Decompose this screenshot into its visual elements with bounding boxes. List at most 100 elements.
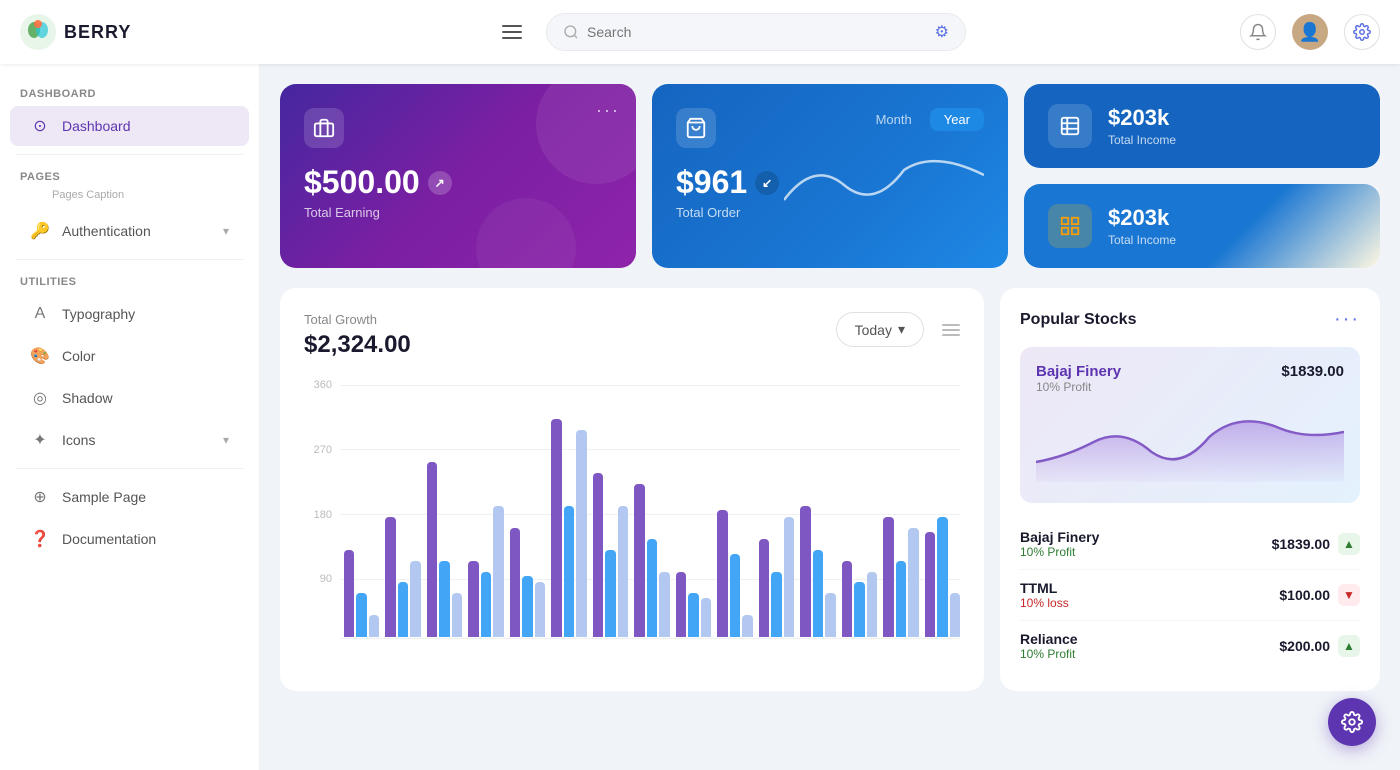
order-card: Month Year $961 ↙ Total Order: [652, 84, 1008, 268]
chevron-today-icon: ▾: [898, 321, 905, 338]
chart-amount: $2,324.00: [304, 331, 411, 359]
sidebar-item-dashboard[interactable]: ⊙ Dashboard: [10, 106, 249, 146]
sidebar-item-icons[interactable]: ✦ Icons ▾: [10, 420, 249, 460]
bar-light: [950, 593, 960, 637]
stat-icon-2: [1048, 204, 1092, 248]
earning-card: ··· $500.00 ↗ Total Earning: [280, 84, 636, 268]
dashboard-icon: ⊙: [30, 116, 50, 136]
bar-purple: [676, 572, 686, 637]
bar-group: [385, 517, 420, 637]
bar-blue: [813, 550, 823, 637]
shadow-icon: ◎: [30, 388, 50, 408]
stock-row-name: Reliance: [1020, 631, 1078, 647]
month-toggle-button[interactable]: Month: [862, 108, 926, 131]
sidebar-item-docs-label: Documentation: [62, 531, 229, 547]
sidebar-item-dashboard-label: Dashboard: [62, 118, 229, 134]
main-layout: Dashboard ⊙ Dashboard Pages Pages Captio…: [0, 64, 1400, 770]
sidebar-divider-3: [16, 468, 243, 469]
bar-purple: [551, 419, 561, 637]
sidebar-item-shadow-label: Shadow: [62, 390, 229, 406]
stat-icon-1: [1048, 104, 1092, 148]
sidebar-pages-caption: Pages Caption: [0, 187, 259, 209]
stocks-title: Popular Stocks: [1020, 311, 1136, 329]
bar-purple: [759, 539, 769, 637]
bar-group: [634, 484, 669, 637]
chart-menu-button[interactable]: [942, 324, 960, 336]
sidebar-item-color[interactable]: 🎨 Color: [10, 336, 249, 376]
stock-row-price: $100.00: [1279, 587, 1330, 603]
sidebar-item-shadow[interactable]: ◎ Shadow: [10, 378, 249, 418]
bar-group: [344, 550, 379, 637]
notification-button[interactable]: [1240, 14, 1276, 50]
menu-toggle-button[interactable]: [494, 14, 530, 50]
stock-mini-chart: [1036, 402, 1344, 482]
earning-amount: $500.00 ↗: [304, 164, 612, 201]
stat-amount-1: $203k: [1108, 105, 1176, 131]
bar-light: [742, 615, 752, 637]
avatar[interactable]: 👤: [1292, 14, 1328, 50]
earning-badge: ↗: [428, 171, 452, 195]
chevron-down-icon: ▾: [223, 224, 229, 238]
right-stats: $203k Total Income $203k Total Income: [1024, 84, 1380, 268]
bar-light: [452, 593, 462, 637]
sidebar-item-authentication[interactable]: 🔑 Authentication ▾: [10, 211, 249, 251]
sidebar-section-utilities: Utilities: [0, 268, 259, 292]
sidebar-section-pages: Pages: [0, 163, 259, 187]
stock-row: Reliance 10% Profit $200.00 ▲: [1020, 621, 1360, 671]
bar-purple: [800, 506, 810, 637]
typography-icon: A: [30, 304, 50, 324]
stock-row-profit: 10% loss: [1020, 596, 1069, 610]
bar-blue: [771, 572, 781, 637]
sidebar-item-sample[interactable]: ⊕ Sample Page: [10, 477, 249, 517]
earning-more-button[interactable]: ···: [596, 100, 620, 121]
bar-group: [427, 462, 462, 637]
stat-label-2: Total Income: [1108, 233, 1176, 247]
bar-light: [410, 561, 420, 637]
icons-icon: ✦: [30, 430, 50, 450]
sidebar-item-docs[interactable]: ❓ Documentation: [10, 519, 249, 559]
wallet-icon: [313, 117, 335, 139]
fab-button[interactable]: [1328, 698, 1376, 746]
chart-title: Total Growth: [304, 312, 411, 327]
bar-group: [925, 517, 960, 637]
bag-icon: [685, 117, 707, 139]
stocks-card: Popular Stocks ··· Bajaj Finery 10% Prof…: [1000, 288, 1380, 691]
order-toggle: Month Year: [862, 108, 984, 131]
sidebar-section-dashboard: Dashboard: [0, 80, 259, 104]
settings-button[interactable]: [1344, 14, 1380, 50]
bar-blue: [605, 550, 615, 637]
order-card-icon: [676, 108, 716, 148]
stat-label-1: Total Income: [1108, 133, 1176, 147]
bar-light: [825, 593, 835, 637]
sidebar-item-typography-label: Typography: [62, 306, 229, 322]
bar-blue: [439, 561, 449, 637]
bar-group: [800, 506, 835, 637]
bar-blue: [688, 593, 698, 637]
bar-group: [717, 510, 752, 637]
order-badge: ↙: [755, 171, 779, 195]
bar-light: [659, 572, 669, 637]
bar-purple: [468, 561, 478, 637]
bar-purple: [717, 510, 727, 637]
stocks-more-button[interactable]: ···: [1334, 308, 1360, 331]
today-filter-button[interactable]: Today ▾: [836, 312, 924, 347]
gear-icon: [1353, 23, 1371, 41]
stock-row-name: TTML: [1020, 580, 1069, 596]
bar-group: [551, 419, 586, 637]
bar-light: [493, 506, 503, 637]
grid-icon: [1059, 215, 1081, 237]
header-right: 👤: [1240, 14, 1380, 50]
bar-blue: [896, 561, 906, 637]
search-input[interactable]: [587, 24, 927, 40]
year-toggle-button[interactable]: Year: [930, 108, 984, 131]
filter-icon[interactable]: ⚙: [935, 22, 949, 42]
stock-row-price: $1839.00: [1272, 536, 1330, 552]
bar-blue: [398, 582, 408, 637]
sidebar-item-typography[interactable]: A Typography: [10, 294, 249, 334]
stock-preview-profit: 10% Profit: [1036, 380, 1121, 394]
bar-purple: [510, 528, 520, 637]
stock-row: TTML 10% loss $100.00 ▼: [1020, 570, 1360, 621]
bars-container: [344, 379, 960, 639]
bar-purple: [883, 517, 893, 637]
table-icon: [1059, 115, 1081, 137]
